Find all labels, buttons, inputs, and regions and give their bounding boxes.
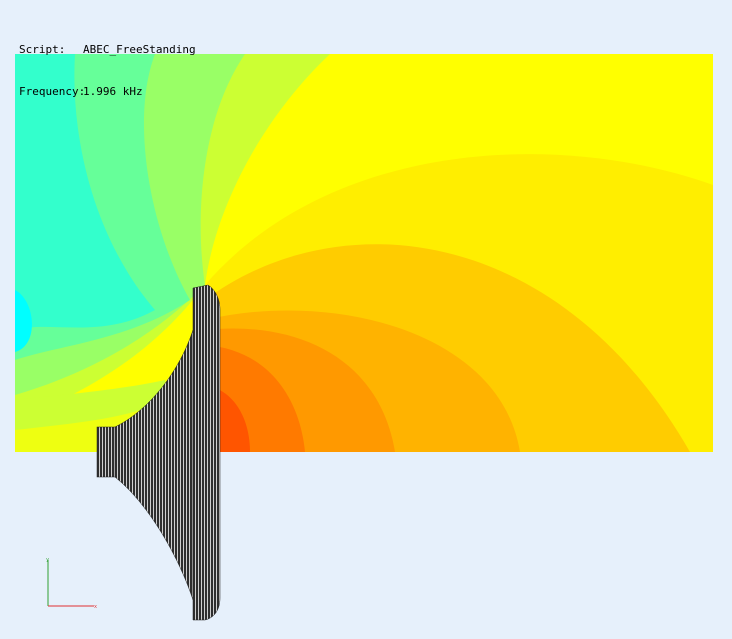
horn-throat — [96, 426, 118, 478]
script-value: ABEC_FreeStanding — [83, 43, 196, 56]
abec-field-viewport[interactable]: Script: ABEC_FreeStanding Frequency:1.996… — [0, 0, 732, 639]
script-row: Script: ABEC_FreeStanding — [19, 43, 196, 57]
y-axis-label: y — [46, 557, 49, 563]
frequency-value: 1.996 kHz — [83, 85, 143, 98]
horn-baffle — [192, 284, 221, 621]
x-axis-label: x — [94, 604, 97, 610]
simulation-info: Script: ABEC_FreeStanding Frequency:1.996… — [19, 15, 196, 127]
frequency-label: Frequency: — [19, 85, 86, 98]
script-label: Script: — [19, 43, 66, 56]
frequency-row: Frequency:1.996 kHz — [19, 85, 196, 99]
axis-triad: y x — [46, 557, 97, 610]
